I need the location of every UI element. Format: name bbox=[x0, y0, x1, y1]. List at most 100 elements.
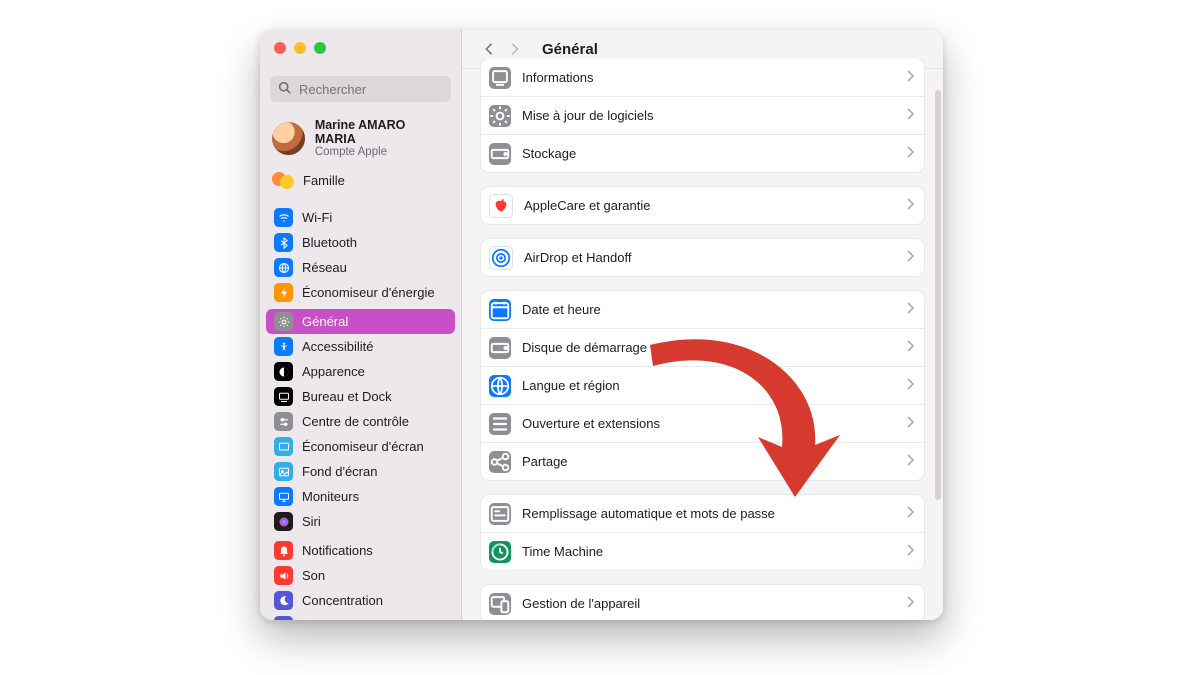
sidebar-item-control-center[interactable]: Centre de contrôle bbox=[266, 409, 455, 434]
sidebar-item-general[interactable]: Général bbox=[266, 309, 455, 334]
software-update-icon bbox=[489, 105, 511, 127]
row-storage[interactable]: Stockage bbox=[481, 134, 924, 172]
sidebar-family[interactable]: Famille bbox=[266, 166, 455, 201]
sidebar-item-label: Notifications bbox=[302, 543, 373, 558]
settings-card: Date et heure Disque de démarrage Langue… bbox=[480, 290, 925, 481]
content-body[interactable]: Informations Mise à jour de logiciels St… bbox=[462, 59, 943, 620]
row-time-machine[interactable]: Time Machine bbox=[481, 532, 924, 570]
appearance-icon bbox=[274, 362, 293, 381]
storage-icon bbox=[489, 143, 511, 165]
sidebar-item-wifi[interactable]: Wi-Fi bbox=[266, 205, 455, 230]
chevron-right-icon bbox=[906, 146, 914, 161]
airdrop-icon bbox=[489, 246, 513, 270]
control-center-icon bbox=[274, 412, 293, 431]
row-date-time[interactable]: Date et heure bbox=[481, 291, 924, 328]
wallpaper-icon bbox=[274, 462, 293, 481]
avatar bbox=[272, 122, 305, 155]
sidebar-item-bluetooth[interactable]: Bluetooth bbox=[266, 230, 455, 255]
sidebar-account[interactable]: Marine AMARO MARIA Compte Apple bbox=[266, 112, 455, 166]
chevron-right-icon bbox=[906, 544, 914, 559]
energy-icon bbox=[274, 283, 293, 302]
sidebar-item-accessibility[interactable]: Accessibilité bbox=[266, 334, 455, 359]
window-controls bbox=[260, 30, 461, 70]
row-label: Time Machine bbox=[522, 544, 895, 559]
bluetooth-icon bbox=[274, 233, 293, 252]
sidebar-item-notifications[interactable]: Notifications bbox=[266, 538, 455, 563]
sidebar-item-sound[interactable]: Son bbox=[266, 563, 455, 588]
sidebar-item-label: Économiseur d'écran bbox=[302, 439, 424, 454]
settings-card: Remplissage automatique et mots de passe… bbox=[480, 494, 925, 571]
sidebar-item-screensaver[interactable]: Économiseur d'écran bbox=[266, 434, 455, 459]
chevron-right-icon bbox=[906, 302, 914, 317]
sidebar-item-wallpaper[interactable]: Fond d'écran bbox=[266, 459, 455, 484]
account-name: Marine AMARO MARIA bbox=[315, 118, 449, 146]
row-label: AppleCare et garantie bbox=[524, 198, 895, 213]
sidebar-item-displays[interactable]: Moniteurs bbox=[266, 484, 455, 509]
row-language[interactable]: Langue et région bbox=[481, 366, 924, 404]
row-software-update[interactable]: Mise à jour de logiciels bbox=[481, 96, 924, 134]
forward-button[interactable] bbox=[504, 38, 526, 60]
device-mgmt-icon bbox=[489, 593, 511, 615]
row-login-items[interactable]: Ouverture et extensions bbox=[481, 404, 924, 442]
network-icon bbox=[274, 258, 293, 277]
sidebar-item-label: Bluetooth bbox=[302, 235, 357, 250]
sidebar-item-label: Siri bbox=[302, 514, 321, 529]
sidebar-item-appearance[interactable]: Apparence bbox=[266, 359, 455, 384]
sidebar-item-label: Temps d'écran bbox=[302, 618, 386, 620]
row-autofill[interactable]: Remplissage automatique et mots de passe bbox=[481, 495, 924, 532]
row-label: AirDrop et Handoff bbox=[524, 250, 895, 265]
row-label: Remplissage automatique et mots de passe bbox=[522, 506, 895, 521]
chevron-right-icon bbox=[906, 416, 914, 431]
accessibility-icon bbox=[274, 337, 293, 356]
sidebar-item-siri[interactable]: Siri bbox=[266, 509, 455, 534]
date-time-icon bbox=[489, 299, 511, 321]
family-label: Famille bbox=[303, 173, 345, 188]
sidebar-item-label: Économiseur d'énergie bbox=[302, 285, 435, 300]
settings-card: AirDrop et Handoff bbox=[480, 238, 925, 277]
chevron-right-icon bbox=[906, 596, 914, 611]
settings-card: Gestion de l'appareil bbox=[480, 584, 925, 620]
chevron-right-icon bbox=[906, 70, 914, 85]
chevron-right-icon bbox=[906, 454, 914, 469]
search-input[interactable] bbox=[297, 81, 477, 98]
row-sharing[interactable]: Partage bbox=[481, 442, 924, 480]
row-label: Langue et région bbox=[522, 378, 895, 393]
search-field[interactable] bbox=[270, 76, 451, 102]
sidebar-item-energy[interactable]: Économiseur d'énergie bbox=[266, 280, 455, 305]
screensaver-icon bbox=[274, 437, 293, 456]
wifi-icon bbox=[274, 208, 293, 227]
close-window-button[interactable] bbox=[274, 42, 286, 54]
row-startup-disk[interactable]: Disque de démarrage bbox=[481, 328, 924, 366]
row-applecare[interactable]: AppleCare et garantie bbox=[481, 187, 924, 224]
siri-icon bbox=[274, 512, 293, 531]
sidebar-item-label: Fond d'écran bbox=[302, 464, 377, 479]
sidebar-item-label: Réseau bbox=[302, 260, 347, 275]
zoom-window-button[interactable] bbox=[314, 42, 326, 54]
sidebar-item-network[interactable]: Réseau bbox=[266, 255, 455, 280]
back-button[interactable] bbox=[478, 38, 500, 60]
sidebar-scroll[interactable]: Marine AMARO MARIA Compte Apple Famille … bbox=[260, 108, 461, 620]
row-label: Ouverture et extensions bbox=[522, 416, 895, 431]
screentime-icon bbox=[274, 616, 293, 620]
login-items-icon bbox=[489, 413, 511, 435]
sound-icon bbox=[274, 566, 293, 585]
sidebar-item-label: Centre de contrôle bbox=[302, 414, 409, 429]
chevron-right-icon bbox=[906, 378, 914, 393]
row-device-mgmt[interactable]: Gestion de l'appareil bbox=[481, 585, 924, 620]
focus-icon bbox=[274, 591, 293, 610]
minimize-window-button[interactable] bbox=[294, 42, 306, 54]
content-scrollbar[interactable] bbox=[935, 90, 941, 500]
settings-window: Marine AMARO MARIA Compte Apple Famille … bbox=[260, 30, 943, 620]
row-label: Mise à jour de logiciels bbox=[522, 108, 895, 123]
startup-disk-icon bbox=[489, 337, 511, 359]
settings-card: AppleCare et garantie bbox=[480, 186, 925, 225]
sidebar-item-focus[interactable]: Concentration bbox=[266, 588, 455, 613]
row-airdrop[interactable]: AirDrop et Handoff bbox=[481, 239, 924, 276]
row-label: Date et heure bbox=[522, 302, 895, 317]
autofill-icon bbox=[489, 503, 511, 525]
row-about[interactable]: Informations bbox=[481, 59, 924, 96]
sidebar-item-label: Bureau et Dock bbox=[302, 389, 392, 404]
sidebar-item-desktop[interactable]: Bureau et Dock bbox=[266, 384, 455, 409]
sidebar-item-screentime[interactable]: Temps d'écran bbox=[266, 613, 455, 620]
chevron-right-icon bbox=[906, 108, 914, 123]
